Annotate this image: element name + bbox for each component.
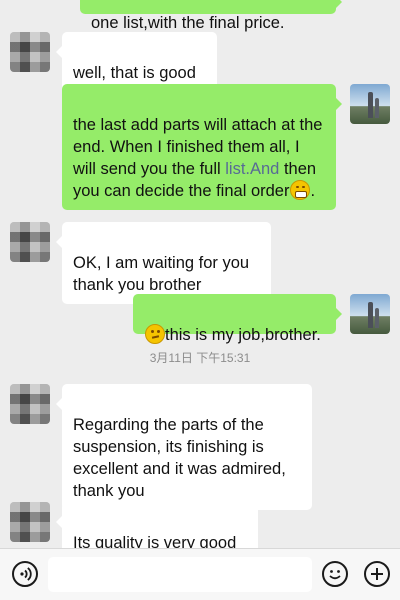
message-bubble-outgoing[interactable]: the last add parts will attach at the en…: [62, 84, 342, 210]
self-avatar[interactable]: [350, 294, 390, 334]
message-text: OK, I am waiting for you thank you broth…: [73, 254, 250, 294]
contact-avatar[interactable]: [10, 222, 50, 262]
message-bubble-incoming[interactable]: OK, I am waiting for you thank you broth…: [56, 222, 271, 304]
message-bubble-incoming[interactable]: Its quality is very good: [56, 502, 258, 548]
message-bubble-incoming[interactable]: well, that is good: [56, 32, 217, 92]
voice-button[interactable]: [12, 561, 38, 587]
contact-avatar[interactable]: [10, 502, 50, 542]
emoji-icon: [329, 570, 341, 580]
message-bubble-incoming[interactable]: Regarding the parts of the suspension, i…: [56, 384, 312, 510]
self-avatar[interactable]: [350, 84, 390, 124]
add-icon: [371, 568, 383, 580]
emoji-button[interactable]: [322, 561, 348, 587]
grin-emoji-icon: [290, 180, 311, 200]
message-bubble-outgoing[interactable]: this is my job,brother.: [133, 294, 342, 344]
message-text: this is my job,brother.: [165, 326, 321, 344]
message-text: Its quality is very good: [73, 534, 237, 548]
voice-icon: [20, 567, 32, 581]
message-input[interactable]: [48, 557, 312, 592]
timestamp-divider: 3月11日 下午15:31: [149, 351, 251, 365]
thinking-emoji-icon: [145, 324, 165, 344]
add-button[interactable]: [364, 561, 390, 587]
message-text: Regarding the parts of the suspension, i…: [73, 416, 286, 500]
message-text: one list,with the final price.: [91, 14, 285, 32]
message-link[interactable]: list.And: [225, 160, 279, 178]
chat-input-bar: [0, 548, 400, 600]
contact-avatar[interactable]: [10, 384, 50, 424]
contact-avatar[interactable]: [10, 32, 50, 72]
message-text-period: .: [310, 182, 316, 200]
chat-area[interactable]: one list,with the final price. well, tha…: [0, 0, 400, 548]
message-text: well, that is good: [73, 64, 196, 82]
message-bubble-outgoing[interactable]: one list,with the final price.: [80, 0, 342, 32]
